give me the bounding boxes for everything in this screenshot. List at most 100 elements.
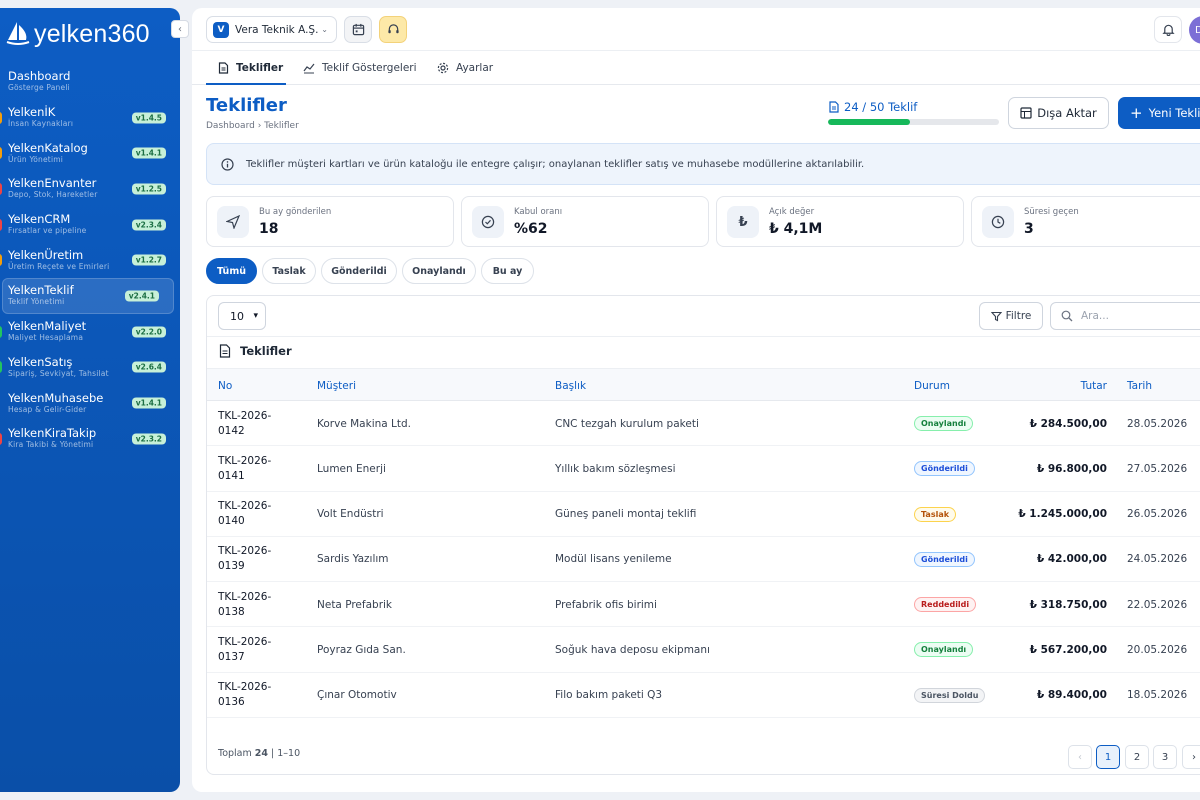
sidebar-item-yelkenmaliyet[interactable]: YelkenMaliyet Maliyet Hesaplama v2.2.0 bbox=[0, 314, 180, 350]
sidebar: yelken360 Dashboard Gösterge Paneli Yelken… bbox=[0, 8, 180, 792]
stat-card-bu-ay-gonderilen: Bu ay gönderilen 18 bbox=[206, 196, 454, 247]
quote-date: 22.05.2026 bbox=[1127, 598, 1188, 611]
sidebar-item-yelkenenvanter[interactable]: YelkenEnvanter Depo, Stok, Hareketler v1.2… bbox=[0, 171, 180, 207]
table-row[interactable]: TKL-2026- 0141 Lumen Enerji Yıllık bakım … bbox=[207, 446, 1200, 492]
stat-value: 18 bbox=[259, 221, 279, 237]
customer-name: Lumen Enerji bbox=[317, 462, 386, 475]
column-header-no[interactable]: No bbox=[218, 369, 232, 402]
quote-number-suffix: 0138 bbox=[218, 605, 245, 618]
table-row[interactable]: TKL-2026- 0140 Volt Endüstri Güneş paneli… bbox=[207, 492, 1200, 537]
status-cell: Onaylandı bbox=[914, 401, 974, 446]
active-tab-indicator bbox=[206, 83, 286, 85]
filter-onaylandi[interactable]: Onaylandı bbox=[402, 258, 476, 284]
quote-number-suffix: 0136 bbox=[218, 696, 245, 709]
quote-number[interactable]: TKL-2026- 0137 bbox=[218, 627, 298, 672]
quote-number-prefix: TKL-2026- bbox=[218, 590, 272, 603]
amount: ₺ 284.500,00 bbox=[1029, 417, 1107, 430]
sidebar-item-dashboard[interactable]: Dashboard Gösterge Paneli bbox=[0, 64, 180, 100]
stat-card-kabul-orani: Kabul oranı %62 bbox=[461, 196, 709, 247]
quote-date: 24.05.2026 bbox=[1127, 553, 1188, 566]
table-row[interactable]: TKL-2026- 0136 Çınar Otomotiv Filo bakım … bbox=[207, 673, 1200, 719]
notifications-button[interactable] bbox=[1154, 16, 1182, 43]
lira-icon: ₺ bbox=[727, 206, 759, 238]
pagination-next-button[interactable]: › bbox=[1182, 745, 1200, 769]
filter-tumu[interactable]: Tümü bbox=[206, 258, 257, 284]
status-dot bbox=[0, 111, 2, 124]
column-header-tarih[interactable]: Tarih bbox=[1127, 369, 1152, 402]
version-badge: v1.2.5 bbox=[131, 183, 166, 195]
filter-bu-ay[interactable]: Bu ay bbox=[481, 258, 534, 284]
quote-date: 27.05.2026 bbox=[1127, 462, 1188, 475]
status-dot bbox=[0, 325, 2, 338]
quote-number-suffix: 0142 bbox=[218, 424, 245, 437]
version-badge: v2.2.0 bbox=[131, 326, 166, 338]
sidebar-item-yelkensatis[interactable]: YelkenSatış Sipariş, Sevkiyat, Tahsilat v2… bbox=[0, 350, 180, 386]
tab-ayarlar[interactable]: Ayarlar bbox=[437, 51, 493, 85]
pagination-page-2[interactable]: 2 bbox=[1125, 745, 1149, 769]
sidebar-item-yelkenkatalog[interactable]: YelkenKatalog Ürün Yönetimi v1.4.1 bbox=[0, 135, 180, 171]
column-header-baslik[interactable]: Başlık bbox=[555, 369, 586, 402]
status-cell: Onaylandı bbox=[914, 627, 974, 672]
stat-card-suresi-gecen: Süresi geçen 3 bbox=[971, 196, 1200, 247]
sidebar-item-yelkenkiratakip[interactable]: YelkenKiraTakip Kira Takibi & Yönetimi v2.… bbox=[0, 421, 180, 457]
quota-progress bbox=[828, 119, 999, 125]
company-selector[interactable]: V Vera Teknik A.Ş. ⌄ bbox=[206, 16, 337, 43]
table-row[interactable]: TKL-2026- 0138 Neta Prefabrik Prefabrik o… bbox=[207, 582, 1200, 628]
support-button[interactable] bbox=[379, 16, 407, 43]
column-header-tutar[interactable]: Tutar bbox=[987, 369, 1107, 402]
headset-icon bbox=[387, 24, 399, 34]
column-header-durum[interactable]: Durum bbox=[914, 369, 950, 402]
collapse-sidebar-button[interactable]: ‹ bbox=[171, 20, 189, 38]
table-row[interactable]: TKL-2026- 0142 Korve Makina Ltd. CNC tezg… bbox=[207, 401, 1200, 447]
pagination-page-3[interactable]: 3 bbox=[1153, 745, 1177, 769]
sidebar-item-yelkenmuhasebe[interactable]: YelkenMuhasebe Hesap & Gelir-Gider v1.4.1 bbox=[0, 385, 180, 421]
table-row[interactable]: TKL-2026- 0137 Poyraz Gıda San. Soğuk hav… bbox=[207, 627, 1200, 673]
clock-icon bbox=[982, 206, 1014, 238]
status-badge: Onaylandı bbox=[914, 642, 974, 658]
sidebar-item-yelkenteklif[interactable]: YelkenTeklif Teklif Yönetimi v2.4.1 bbox=[2, 278, 174, 314]
company-badge: V bbox=[213, 21, 229, 38]
status-badge: Süresi Doldu bbox=[914, 687, 986, 703]
sidebar-item-yelkencrm[interactable]: YelkenCRM Fırsatlar ve pipeline v2.3.4 bbox=[0, 207, 180, 243]
user-avatar[interactable]: D bbox=[1189, 16, 1200, 44]
stat-label: Bu ay gönderilen bbox=[259, 207, 332, 217]
tab-teklifler[interactable]: Teklifler bbox=[218, 51, 283, 85]
export-button[interactable]: Dışa Aktar bbox=[1008, 97, 1109, 129]
pagination-prev-button[interactable]: ‹ bbox=[1068, 745, 1092, 769]
quote-number[interactable]: TKL-2026- 0139 bbox=[218, 537, 298, 582]
quote-number[interactable]: TKL-2026- 0142 bbox=[218, 401, 298, 446]
quote-number[interactable]: TKL-2026- 0140 bbox=[218, 492, 298, 537]
search-input[interactable] bbox=[1081, 310, 1200, 322]
pagination-page-1[interactable]: 1 bbox=[1096, 745, 1120, 769]
sidebar-item-yelkenuretim[interactable]: YelkenÜretim Üretim Reçete ve Emirleri v1.… bbox=[0, 242, 180, 278]
filter-taslak[interactable]: Taslak bbox=[262, 258, 316, 284]
sidebar-item-yelkenik[interactable]: YelkenİK İnsan Kaynakları v1.4.5 bbox=[0, 100, 180, 136]
quote-date: 28.05.2026 bbox=[1127, 417, 1188, 430]
quote-title: Yıllık bakım sözleşmesi bbox=[555, 462, 676, 475]
quote-number[interactable]: TKL-2026- 0138 bbox=[218, 582, 298, 627]
customer-name: Korve Makina Ltd. bbox=[317, 417, 412, 430]
table-row[interactable]: TKL-2026- 0139 Sardis Yazılım Modül lisan… bbox=[207, 537, 1200, 583]
brand-logo[interactable]: yelken360 bbox=[6, 18, 150, 50]
quote-title: Güneş paneli montaj teklifi bbox=[555, 508, 697, 521]
search-box[interactable] bbox=[1050, 302, 1200, 330]
amount: ₺ 42.000,00 bbox=[1036, 553, 1107, 566]
filter-gonderildi[interactable]: Gönderildi bbox=[321, 258, 397, 284]
quote-number[interactable]: TKL-2026- 0141 bbox=[218, 446, 298, 491]
calendar-button[interactable] bbox=[344, 16, 372, 43]
stat-card-acik-deger: ₺ Açık değer ₺ 4,1M bbox=[716, 196, 964, 247]
page-size-select[interactable]: 10 ▾ bbox=[218, 302, 266, 330]
status-cell: Gönderildi bbox=[914, 537, 975, 582]
footer-total: 24 bbox=[254, 748, 269, 759]
tab-teklif-gostergeleri[interactable]: Teklif Göstergeleri bbox=[303, 51, 417, 85]
amount: ₺ 96.800,00 bbox=[1036, 462, 1107, 475]
quote-number[interactable]: TKL-2026- 0136 bbox=[218, 673, 298, 718]
page-size-value: 10 bbox=[230, 309, 244, 323]
tab-bar: Teklifler Teklif Göstergeleri Ayarlar bbox=[192, 51, 1200, 85]
column-header-musteri[interactable]: Müşteri bbox=[317, 369, 356, 402]
stat-value: ₺ 4,1M bbox=[769, 221, 823, 237]
version-badge: v2.3.4 bbox=[131, 219, 166, 231]
amount: ₺ 318.750,00 bbox=[1029, 598, 1107, 611]
filter-button[interactable]: Filtre bbox=[979, 302, 1043, 330]
new-quote-button[interactable]: + Yeni Teklif bbox=[1118, 97, 1200, 129]
